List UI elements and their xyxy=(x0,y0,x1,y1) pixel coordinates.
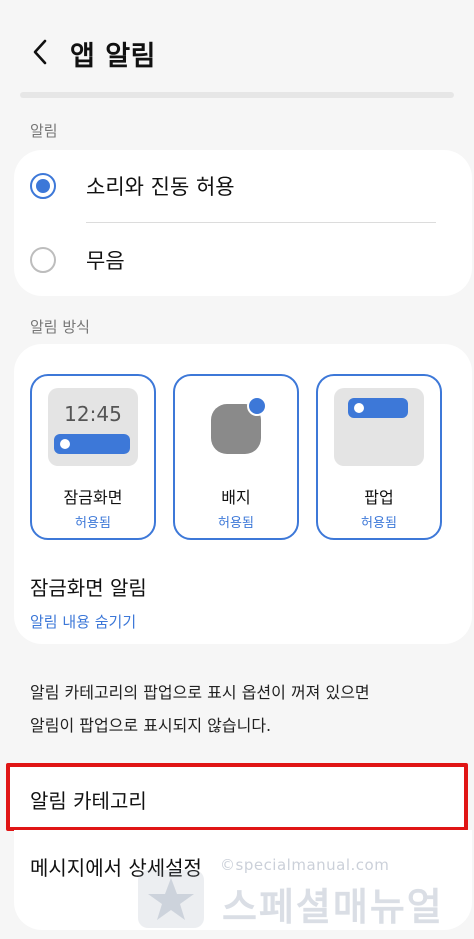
style-state: 허용됨 xyxy=(218,516,254,531)
watermark-url: ©specialmanual.com xyxy=(220,856,390,874)
sound-options-card: 소리와 진동 허용 무음 xyxy=(14,150,472,296)
section-label-notifications: 알림 xyxy=(30,122,58,140)
option-silent[interactable]: 무음 xyxy=(14,230,472,290)
style-name: 잠금화면 xyxy=(63,488,123,507)
popup-preview xyxy=(334,388,424,466)
style-name: 배지 xyxy=(221,488,251,507)
info-line: 알림 카테고리의 팝업으로 표시 옵션이 꺼져 있으면 xyxy=(30,683,370,702)
page-title: 앱 알림 xyxy=(70,41,156,72)
style-state: 허용됨 xyxy=(361,516,397,531)
info-text: 알림 카테고리의 팝업으로 표시 옵션이 꺼져 있으면 알림이 팝업으로 표시되… xyxy=(30,676,450,742)
notification-style-card: 12:45 잠금화면 허용됨 배지 허용됨 팝업 허용됨 잠금화면 알림 알림 … xyxy=(14,344,472,644)
notification-bar xyxy=(54,434,130,454)
lock-screen-preview: 12:45 xyxy=(48,388,138,466)
row-divider xyxy=(86,222,436,223)
watermark-star-icon xyxy=(128,864,214,934)
setting-title: 잠금화면 알림 xyxy=(30,576,147,600)
style-badge[interactable]: 배지 허용됨 xyxy=(173,374,299,540)
header-divider xyxy=(20,92,454,98)
back-button[interactable] xyxy=(26,36,54,68)
lock-screen-notification-setting[interactable]: 잠금화면 알림 알림 내용 숨기기 xyxy=(30,572,147,632)
info-line: 알림이 팝업으로 표시되지 않습니다. xyxy=(30,716,272,735)
popup-bar xyxy=(348,398,408,418)
bar-dot xyxy=(354,403,364,413)
bar-dot xyxy=(60,439,70,449)
notification-categories-item[interactable]: 알림 카테고리 xyxy=(6,763,468,831)
option-label: 소리와 진동 허용 xyxy=(86,175,235,199)
section-label-style: 알림 방식 xyxy=(30,318,90,336)
radio-sound-vibrate[interactable] xyxy=(30,173,56,199)
app-bar: 앱 알림 xyxy=(0,0,474,100)
chevron-left-icon xyxy=(33,39,47,65)
style-name: 팝업 xyxy=(364,488,394,507)
setting-subtitle: 알림 내용 숨기기 xyxy=(30,613,137,631)
preview-time: 12:45 xyxy=(64,402,122,426)
option-label: 무음 xyxy=(86,249,125,273)
style-lock-screen[interactable]: 12:45 잠금화면 허용됨 xyxy=(30,374,156,540)
style-state: 허용됨 xyxy=(75,516,111,531)
menu-label: 알림 카테고리 xyxy=(30,789,147,813)
radio-silent[interactable] xyxy=(30,247,56,273)
option-sound-vibrate[interactable]: 소리와 진동 허용 xyxy=(14,156,472,216)
badge-dot-icon xyxy=(247,396,267,416)
style-popup[interactable]: 팝업 허용됨 xyxy=(316,374,442,540)
watermark-brand: 스페셜매뉴얼 xyxy=(222,885,444,929)
